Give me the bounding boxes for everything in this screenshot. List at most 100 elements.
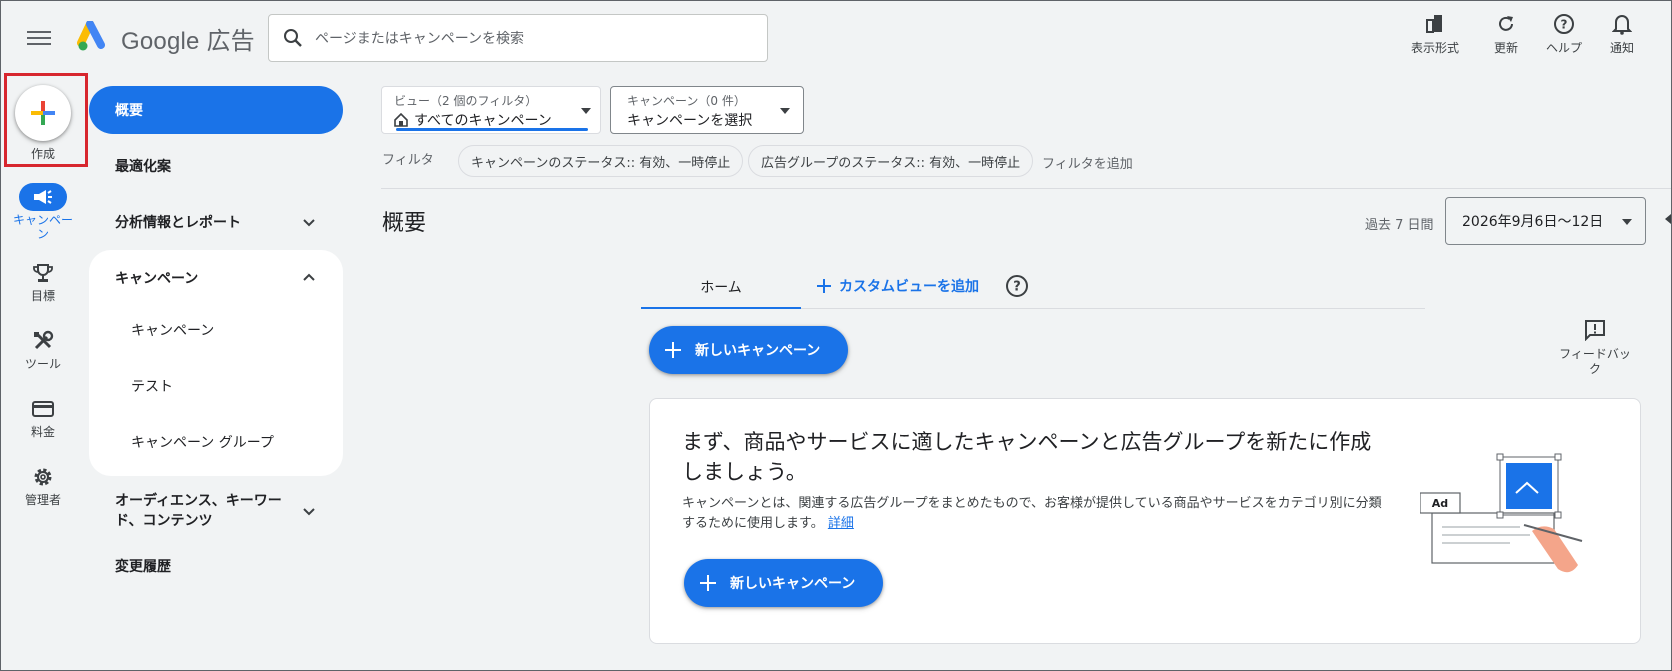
feedback-label-2: ク bbox=[1588, 362, 1601, 376]
card-description: キャンペーンとは、関連する広告グループをまとめたもので、お客様が提供している商品… bbox=[682, 494, 1382, 534]
notifications-button[interactable]: 通知 bbox=[1593, 11, 1651, 56]
notifications-label: 通知 bbox=[1609, 41, 1634, 55]
search-icon bbox=[284, 29, 302, 47]
brand-title: Google 広告 bbox=[121, 28, 255, 55]
chevron-down-icon bbox=[303, 219, 315, 227]
campaign-illustration: Ad bbox=[1420, 453, 1583, 573]
feedback-button[interactable]: フィードバッ ク bbox=[1553, 319, 1637, 377]
help-label: ヘルプ bbox=[1545, 41, 1582, 55]
filter-chip-campaign-status[interactable]: キャンペーンのステータス:: 有効、一時停止 bbox=[458, 145, 744, 177]
card-new-campaign-button[interactable]: 新しいキャンペーン bbox=[684, 559, 883, 607]
add-custom-view-button[interactable]: カスタムビューを追加 bbox=[817, 276, 979, 296]
nav-item-campaigns-group[interactable]: キャンペーン bbox=[89, 254, 343, 302]
campaign-selector-value: キャンペーンを選択 bbox=[627, 113, 753, 129]
home-icon bbox=[394, 113, 408, 127]
nav-sub-label: キャンペーン グループ bbox=[131, 435, 274, 451]
appearance-button[interactable]: 表示形式 bbox=[1393, 11, 1477, 56]
get-started-card: まず、商品やサービスに適したキャンペーンと広告グループを新たに作成しましょう。 … bbox=[649, 398, 1641, 644]
nav-sub-experiments[interactable]: テスト bbox=[89, 358, 343, 414]
view-tabs: ホーム カスタムビューを追加 ? bbox=[641, 266, 1425, 309]
view-selector-label: ビュー（2 個のフィルタ） bbox=[394, 94, 538, 108]
trophy-icon bbox=[33, 264, 53, 282]
filter-chip-adgroup-status[interactable]: 広告グループのステータス:: 有効、一時停止 bbox=[748, 145, 1034, 177]
nav-sub-label: キャンペーン bbox=[131, 323, 215, 339]
credit-card-icon bbox=[32, 401, 54, 417]
svg-text:?: ? bbox=[1561, 18, 1568, 32]
search-placeholder: ページまたはキャンペーンを検索 bbox=[315, 31, 525, 47]
help-circle-icon[interactable]: ? bbox=[1005, 274, 1029, 298]
nav-item-insights[interactable]: 分析情報とレポート bbox=[89, 198, 343, 246]
dropdown-caret-icon bbox=[1622, 219, 1632, 225]
gear-icon bbox=[34, 468, 52, 486]
card-title: まず、商品やサービスに適したキャンペーンと広告グループを新たに作成しましょう。 bbox=[682, 430, 1372, 484]
learn-more-link[interactable]: 詳細 bbox=[828, 516, 854, 531]
nav-sub-campaign-groups[interactable]: キャンペーン グループ bbox=[89, 414, 343, 470]
add-filter-link[interactable]: フィルタを追加 bbox=[1042, 153, 1133, 172]
refresh-label: 更新 bbox=[1493, 41, 1518, 55]
nav-label-audiences-2: ド、コンテンツ bbox=[115, 513, 213, 529]
view-selector-value: すべてのキャンペーン bbox=[414, 113, 552, 129]
plus-icon bbox=[665, 342, 681, 358]
nav-item-change-history[interactable]: 変更履歴 bbox=[89, 542, 343, 590]
nav-item-overview[interactable]: 概要 bbox=[89, 86, 343, 134]
filter-chip-text: キャンペーンのステータス:: 有効、一時停止 bbox=[471, 155, 731, 171]
rail-item-tools[interactable]: ツール bbox=[1, 327, 85, 371]
refresh-button[interactable]: 更新 bbox=[1477, 11, 1535, 56]
tab-home[interactable]: ホーム bbox=[641, 266, 801, 309]
card-new-campaign-label: 新しいキャンペーン bbox=[730, 576, 856, 592]
page-title: 概要 bbox=[382, 211, 427, 236]
tools-icon bbox=[34, 330, 54, 350]
appearance-label: 表示形式 bbox=[1410, 41, 1459, 55]
filter-chip-text: 広告グループのステータス:: 有効、一時停止 bbox=[761, 155, 1021, 171]
campaign-selector[interactable]: キャンペーン（0 件） キャンペーンを選択 bbox=[610, 86, 804, 134]
dropdown-caret-icon bbox=[581, 108, 591, 114]
plus-multicolor-icon bbox=[31, 101, 55, 125]
nav-label-overview: 概要 bbox=[115, 103, 143, 119]
nav-label-insights: 分析情報とレポート bbox=[115, 215, 241, 231]
rail-label-campaigns: キャンペーン bbox=[12, 213, 73, 241]
rail-label-admin: 管理者 bbox=[24, 493, 61, 507]
illustration-ad-label: Ad bbox=[1432, 497, 1448, 510]
nav-label-audiences-1: オーディエンス、キーワー bbox=[115, 493, 282, 509]
svg-text:?: ? bbox=[1013, 280, 1021, 295]
rail-label-billing: 料金 bbox=[30, 425, 55, 439]
create-label: 作成 bbox=[30, 147, 55, 161]
hamburger-menu-icon[interactable] bbox=[27, 27, 51, 47]
rail-item-billing[interactable]: 料金 bbox=[1, 395, 85, 439]
rail-item-admin[interactable]: 管理者 bbox=[1, 463, 85, 507]
collapse-panel-icon[interactable] bbox=[1665, 213, 1671, 225]
add-custom-view-label: カスタムビューを追加 bbox=[839, 279, 979, 295]
nav-label-change-history: 変更履歴 bbox=[115, 559, 171, 575]
nav-label-recommendations: 最適化案 bbox=[115, 159, 171, 175]
card-description-text: キャンペーンとは、関連する広告グループをまとめたもので、お客様が提供している商品… bbox=[682, 496, 1382, 531]
chevron-up-icon bbox=[303, 273, 315, 281]
rail-item-goals[interactable]: 目標 bbox=[1, 259, 85, 303]
side-nav: 概要 最適化案 分析情報とレポート キャンペーン キャンペーン テスト キャンペ… bbox=[89, 86, 343, 590]
nav-sub-campaigns[interactable]: キャンペーン bbox=[89, 302, 343, 358]
nav-sub-label: テスト bbox=[131, 379, 173, 395]
refresh-icon bbox=[1499, 16, 1513, 31]
rail-label-goals: 目標 bbox=[30, 289, 55, 303]
view-selector-underline bbox=[396, 128, 588, 131]
megaphone-icon bbox=[34, 190, 52, 204]
plus-icon bbox=[700, 575, 716, 591]
search-input[interactable]: ページまたはキャンペーンを検索 bbox=[268, 14, 768, 62]
top-bar: Google 広告 ページまたはキャンペーンを検索 表示形式 更新 ? ヘルプ … bbox=[1, 1, 1671, 77]
campaign-selector-label: キャンペーン（0 件） bbox=[627, 94, 746, 108]
new-campaign-label: 新しいキャンペーン bbox=[695, 343, 821, 359]
plus-icon bbox=[817, 279, 831, 293]
date-range-label: 過去 7 日間 bbox=[1365, 218, 1434, 233]
view-selector[interactable]: ビュー（2 個のフィルタ） すべてのキャンペーン bbox=[381, 86, 601, 134]
nav-item-audiences[interactable]: オーディエンス、キーワー ド、コンテンツ bbox=[89, 480, 343, 542]
create-button[interactable] bbox=[15, 85, 71, 141]
nav-item-recommendations[interactable]: 最適化案 bbox=[89, 142, 343, 190]
new-campaign-button[interactable]: 新しいキャンペーン bbox=[649, 326, 848, 374]
help-icon: ? bbox=[1554, 14, 1574, 34]
tab-home-label: ホーム bbox=[700, 279, 742, 296]
feedback-icon bbox=[1585, 320, 1605, 341]
appearance-icon bbox=[1426, 15, 1442, 33]
help-button[interactable]: ? ヘルプ bbox=[1535, 11, 1593, 56]
rail-label-tools: ツール bbox=[24, 357, 61, 371]
rail-item-campaigns[interactable]: キャンペーン bbox=[1, 183, 85, 241]
date-range-selector[interactable]: 2026年9月6日〜12日 bbox=[1445, 197, 1646, 245]
